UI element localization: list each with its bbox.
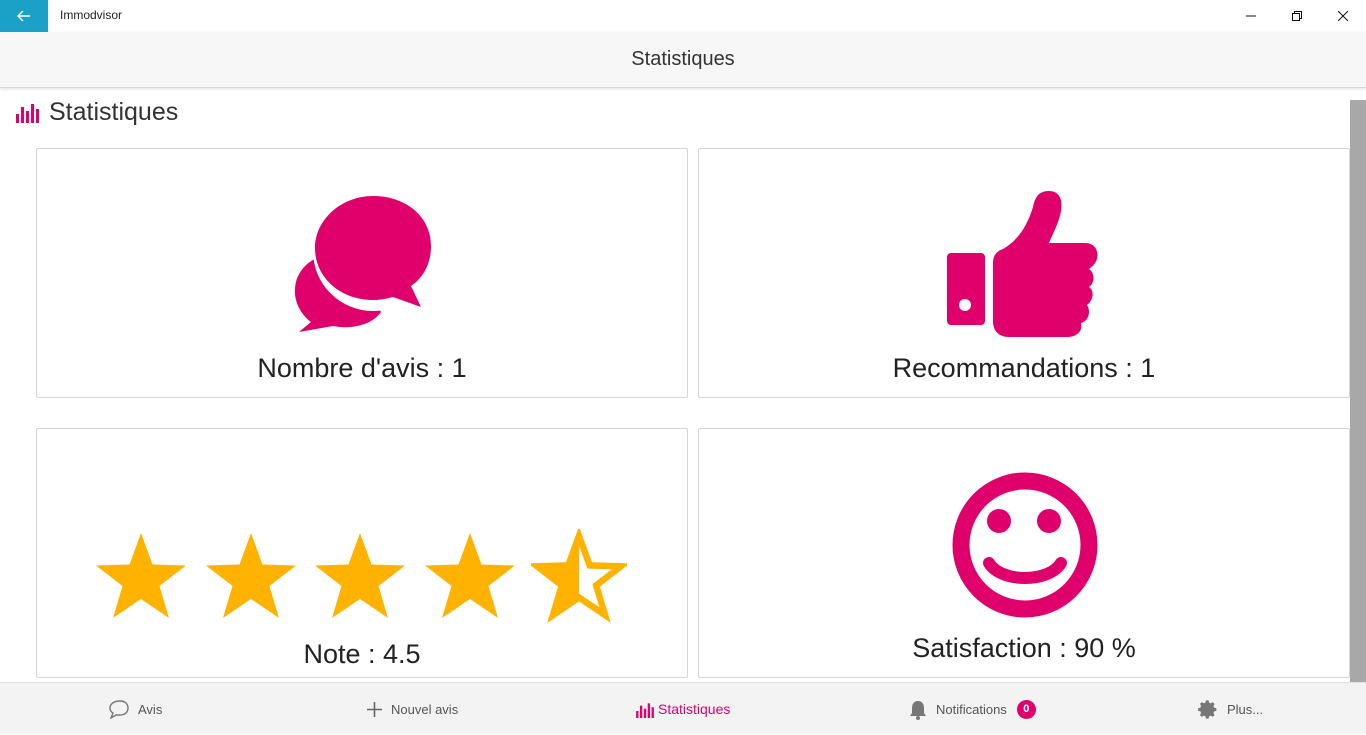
- star-icon: [531, 529, 627, 623]
- nav-item-label: Plus...: [1227, 701, 1264, 717]
- satisfaction-label: Satisfaction : 90 %: [912, 633, 1136, 663]
- star-icon: [96, 533, 186, 618]
- plus-icon: [367, 701, 382, 717]
- nav-item-nouvel-avis[interactable]: Nouvel avis: [366, 683, 458, 735]
- nav-item-label: Statistiques: [658, 701, 731, 717]
- window-titlebar: Immodvisor: [0, 0, 1366, 32]
- nav-item-label: Notifications: [936, 701, 1007, 717]
- recommendations-label: Recommandations : 1: [892, 353, 1156, 383]
- arrow-left-icon: [17, 10, 30, 22]
- reviews-count-card: Nombre d'avis : 1: [36, 148, 688, 398]
- star-rating: [93, 529, 633, 625]
- nav-item-statistiques[interactable]: Statistiques: [636, 683, 730, 735]
- nav-item-avis[interactable]: Avis: [108, 683, 162, 735]
- page-header: Statistiques: [0, 32, 1366, 88]
- nav-item-plus[interactable]: Plus...: [1198, 683, 1263, 735]
- satisfaction-card: Satisfaction : 90 %: [698, 428, 1350, 678]
- recommendations-card: Recommandations : 1: [698, 148, 1350, 398]
- bell-icon: [910, 700, 926, 720]
- bar-chart-icon: [636, 702, 654, 718]
- minimize-icon: [1246, 15, 1256, 17]
- rating-label: Note : 4.5: [303, 639, 421, 669]
- app-title: Immodvisor: [60, 8, 123, 22]
- section-title: Statistiques: [49, 97, 179, 126]
- restore-icon: [1292, 11, 1302, 21]
- nav-item-notifications[interactable]: Notifications 0: [908, 683, 1036, 735]
- thumbs-up-icon: [947, 191, 1098, 337]
- chat-bubbles-icon: [294, 194, 433, 332]
- bar-chart-icon: [16, 104, 39, 123]
- star-icon: [205, 533, 296, 618]
- back-button[interactable]: [0, 0, 48, 32]
- page-title: Statistiques: [631, 48, 735, 70]
- notifications-badge: 0: [1016, 699, 1036, 719]
- minimize-button[interactable]: [1228, 0, 1274, 32]
- reviews-count-label: Nombre d'avis : 1: [257, 353, 467, 383]
- star-icon: [315, 533, 405, 618]
- gear-icon: [1198, 699, 1217, 719]
- close-icon: [1338, 11, 1348, 21]
- vertical-scrollbar[interactable]: [1350, 100, 1366, 682]
- nav-item-label: Avis: [138, 701, 163, 717]
- close-button[interactable]: [1320, 0, 1366, 32]
- chat-bubble-outline-icon: [109, 700, 129, 719]
- star-icon: [424, 533, 515, 618]
- bottom-navigation: Avis Nouvel avis Statistiques Notificati…: [0, 682, 1366, 734]
- smiley-icon: [952, 472, 1098, 618]
- restore-button[interactable]: [1274, 0, 1320, 32]
- nav-item-label: Nouvel avis: [391, 701, 459, 717]
- section-heading: Statistiques: [16, 96, 178, 128]
- rating-card: Note : 4.5: [36, 428, 688, 678]
